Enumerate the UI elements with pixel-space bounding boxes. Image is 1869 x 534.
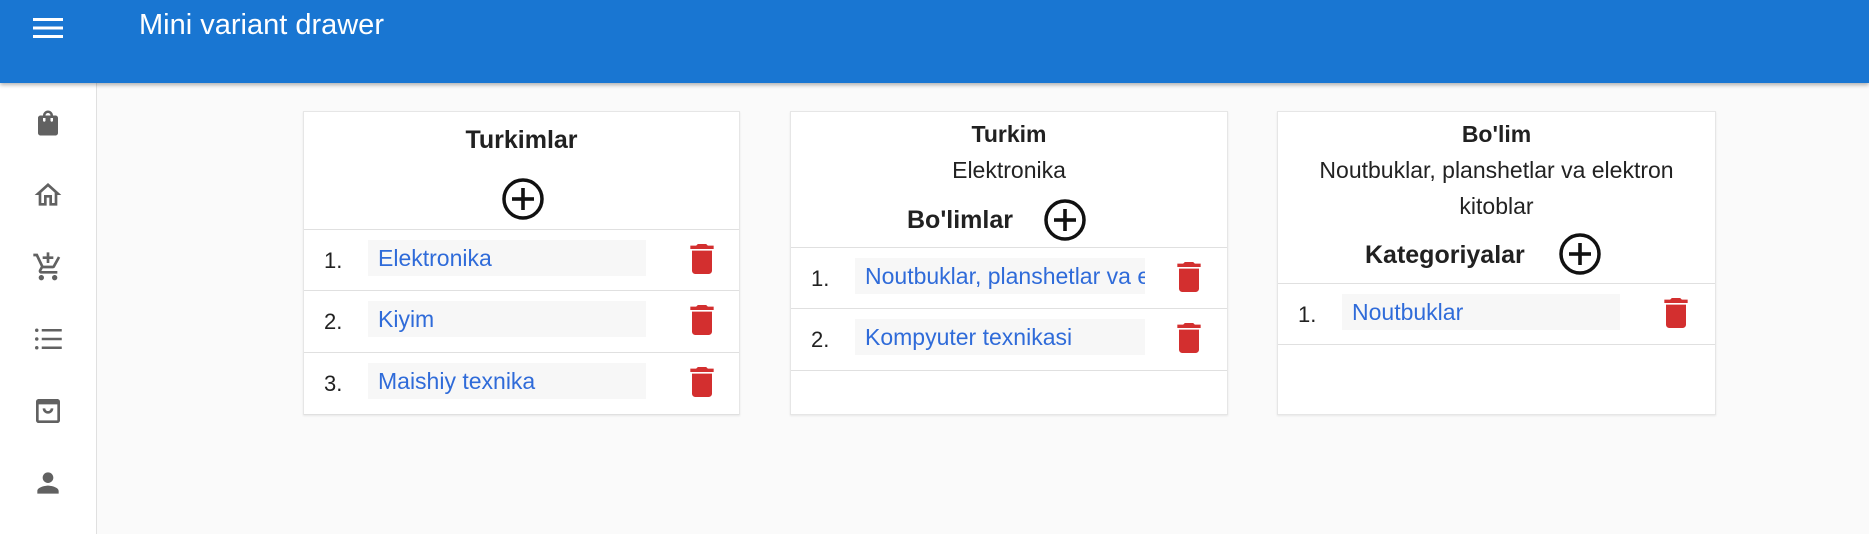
add-category-button[interactable] [501,177,545,221]
item-number: 1. [1298,302,1317,327]
trash-icon [1177,323,1201,353]
delete-button[interactable] [1663,298,1689,328]
drawer-item-list[interactable] [18,311,78,367]
item-number: 2. [324,309,343,334]
item-number: 2. [811,327,830,352]
item-number: 1. [811,266,830,291]
list-item: 1. Elektronika [304,229,739,291]
drawer-item-home[interactable] [18,167,78,223]
item-name-field[interactable]: Maishiy texnika [368,363,646,399]
drawer-item-shopping-bag[interactable] [18,95,78,151]
section-label: Kategoriyalar [1365,241,1525,269]
delete-button[interactable] [1176,262,1202,292]
card-title: Turkim [971,121,1047,147]
delete-button[interactable] [1176,323,1202,353]
add-subcategory-button[interactable] [1558,232,1602,276]
list-item: 3. Maishiy texnika [304,353,739,415]
trash-icon [690,244,714,274]
list-item: 2. Kiyim [304,291,739,353]
menu-icon [33,18,63,38]
item-name-field[interactable]: Kompyuter texnikasi [855,319,1145,355]
delete-button[interactable] [689,244,715,274]
delete-button[interactable] [689,305,715,335]
drawer-item-add-to-cart[interactable] [18,239,78,295]
card-subtitle: Elektronika [952,157,1066,183]
add-section-button[interactable] [1043,198,1087,242]
add-circle-icon [1044,199,1086,241]
add-circle-icon [1559,233,1601,275]
item-name-field[interactable]: Noutbuklar [1342,294,1620,330]
drawer-item-store[interactable] [18,383,78,439]
add-to-cart-icon [33,252,61,281]
card-subtitle-line2: kitoblar [1459,193,1534,219]
card-subtitle-line1: Noutbuklar, planshetlar va elektron [1319,157,1674,183]
delete-button[interactable] [689,367,715,397]
shopping-bag-icon [38,110,58,136]
trash-icon [690,305,714,335]
card-title: Turkimlar [465,126,578,154]
item-number: 3. [324,371,343,396]
card-title: Bo'lim [1461,121,1532,147]
trash-icon [1177,262,1201,292]
list-item: 1. Noutbuklar, planshetlar va elektron k… [791,247,1227,309]
item-number: 1. [324,248,343,273]
home-icon [34,183,62,206]
mini-drawer [0,83,97,534]
app-bar: Mini variant drawer [0,0,1869,83]
categories-card: Turkimlar 1. Elektronika 2. Kiyim 3. Mai… [303,111,740,415]
drawer-item-person[interactable] [18,455,78,511]
item-name-field[interactable]: Kiyim [368,301,646,337]
sections-card: Turkim Elektronika Bo'limlar 1. Noutbukl… [790,111,1228,415]
subcategories-card: Bo'lim Noutbuklar, planshetlar va elektr… [1277,111,1716,415]
list-item: 2. Kompyuter texnikasi [791,309,1227,371]
app-title: Mini variant drawer [139,9,384,41]
item-name-field[interactable]: Elektronika [368,240,646,276]
person-icon [37,472,59,494]
add-circle-icon [502,178,544,220]
list-item: 1. Noutbuklar [1278,283,1715,345]
trash-icon [690,367,714,397]
list-icon [35,328,62,350]
trash-icon [1664,298,1688,328]
item-name-field[interactable]: Noutbuklar, planshetlar va elektron kito… [855,258,1145,294]
store-icon [36,399,60,423]
menu-button[interactable] [30,10,66,46]
section-label: Bo'limlar [907,206,1013,234]
